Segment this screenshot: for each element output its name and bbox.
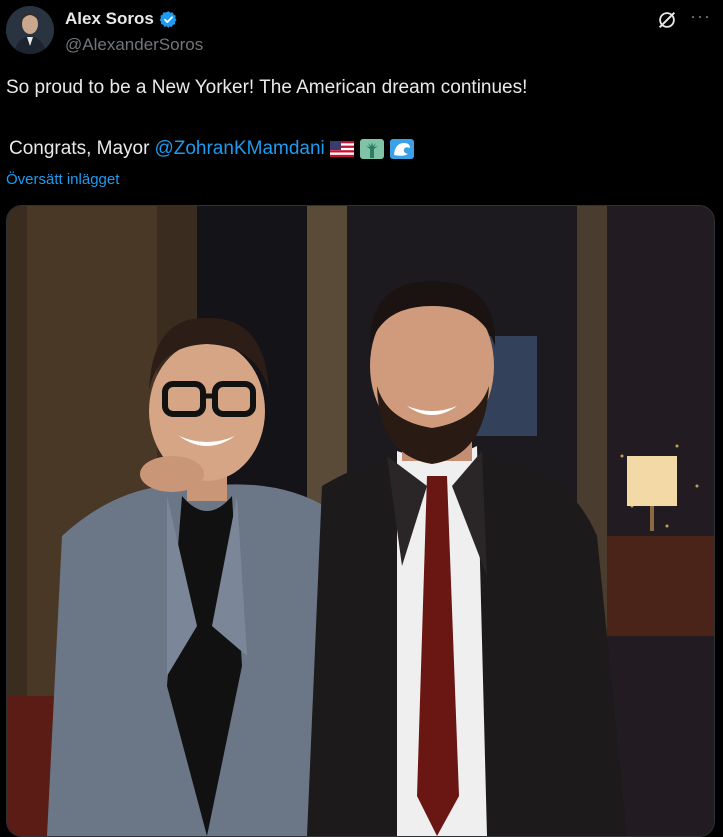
us-flag-emoji — [329, 138, 355, 160]
mention-link[interactable]: @ZohranKMamdani — [154, 138, 324, 160]
grok-icon[interactable] — [656, 9, 678, 31]
tweet-text-line: So proud to be a New Yorker! The America… — [6, 77, 528, 98]
tweet-header: Alex Soros @AlexanderSoros ··· — [0, 0, 723, 70]
author-display-name[interactable]: Alex Soros — [65, 9, 154, 29]
congrats-text: Congrats, Mayor — [9, 138, 150, 159]
tweet-photo[interactable] — [6, 205, 715, 837]
verified-badge-icon[interactable] — [159, 10, 178, 29]
author-name-row: Alex Soros — [65, 9, 178, 29]
avatar[interactable] — [6, 6, 54, 54]
more-options-icon[interactable]: ··· — [690, 6, 711, 27]
tweet-text-congrats: Congrats, Mayor @ZohranKMamdani — [9, 138, 415, 160]
translate-post-link[interactable]: Översätt inlägget — [6, 171, 119, 188]
statue-of-liberty-emoji — [359, 138, 385, 160]
author-handle[interactable]: @AlexanderSoros — [65, 35, 203, 55]
wave-emoji — [389, 138, 415, 160]
